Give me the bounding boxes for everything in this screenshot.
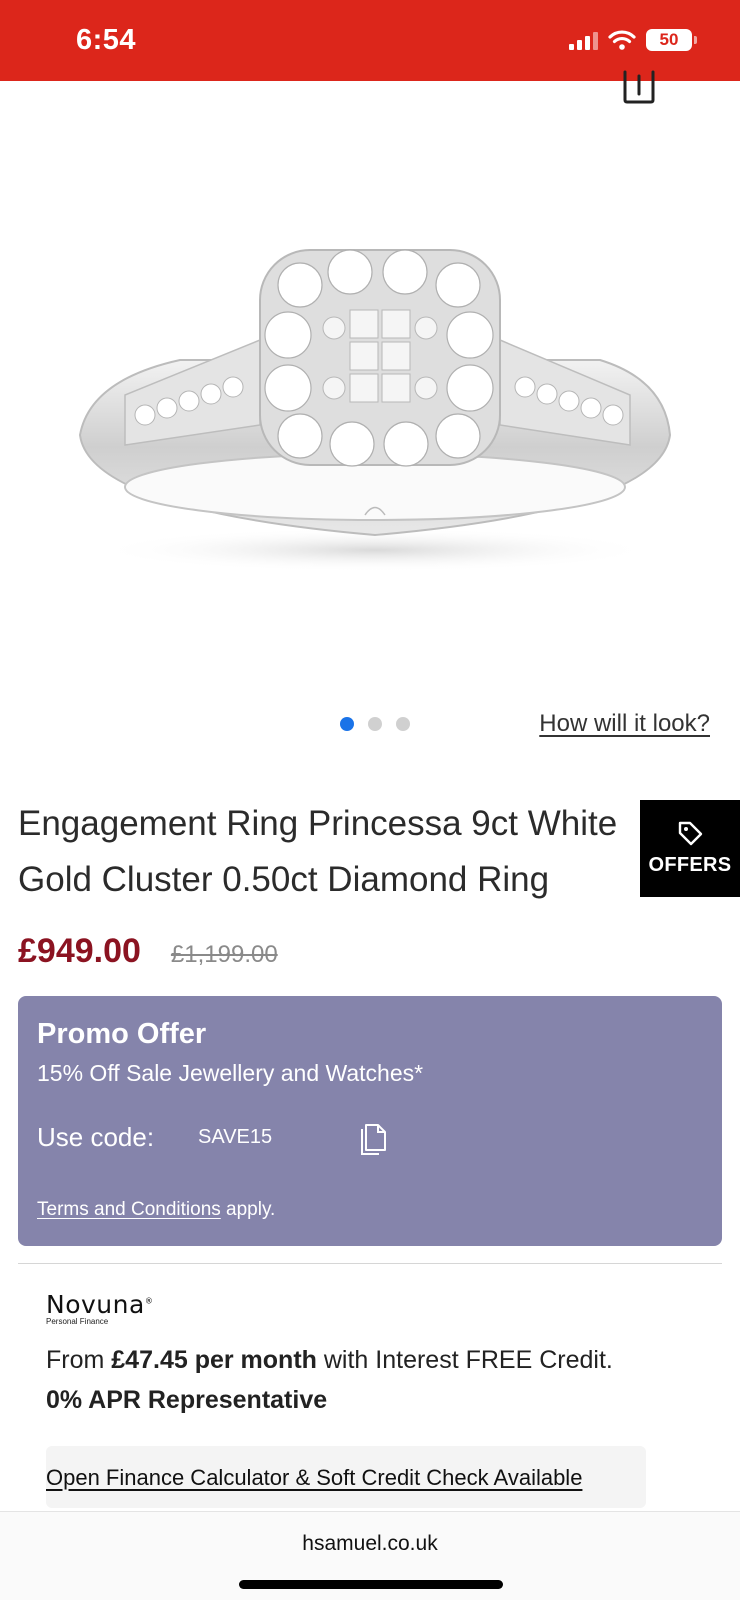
finance-amount: £47.45 per month — [111, 1346, 317, 1374]
copy-icon[interactable] — [358, 1123, 388, 1157]
signal-icon — [569, 30, 598, 50]
share-icon[interactable] — [622, 70, 656, 104]
product-title-line-2: Gold Cluster 0.50ct Diamond Ring — [18, 860, 550, 899]
status-bar: 6:54 50 — [0, 0, 740, 81]
promo-terms: Terms and Conditions apply. — [37, 1199, 275, 1221]
browser-bar: hsamuel.co.uk — [0, 1511, 740, 1600]
address-bar[interactable]: hsamuel.co.uk — [0, 1532, 740, 1556]
product-title-line-1: Engagement Ring Princessa 9ct White — [18, 804, 618, 843]
novuna-logo: Novuna® Personal Finance — [46, 1290, 154, 1326]
wifi-icon — [608, 30, 636, 50]
product-title: Engagement Ring Princessa 9ct White Gold… — [18, 796, 633, 908]
offers-label: OFFERS — [648, 854, 732, 876]
apr-line: 0% APR Representative — [46, 1386, 328, 1414]
promo-code: SAVE15 — [198, 1126, 273, 1148]
divider — [18, 1263, 722, 1264]
status-time: 6:54 — [76, 24, 137, 56]
carousel-dot-2[interactable] — [368, 717, 382, 731]
novuna-name: Novuna — [46, 1290, 145, 1319]
battery-icon: 50 — [646, 29, 697, 51]
terms-link[interactable]: Terms and Conditions — [37, 1199, 221, 1220]
original-price: £1,199.00 — [170, 941, 278, 968]
product-image[interactable] — [60, 210, 690, 590]
price-row: £949.00 £1,199.00 — [18, 932, 278, 971]
promo-title: Promo Offer — [37, 1018, 207, 1050]
try-on-link[interactable]: How will it look? — [539, 710, 710, 738]
promo-description: 15% Off Sale Jewellery and Watches* — [37, 1060, 424, 1086]
finance-line: From £47.45 per month with Interest FREE… — [46, 1346, 613, 1375]
finance-credit: with Interest FREE Credit. — [316, 1346, 613, 1374]
carousel-dot-1[interactable] — [340, 717, 354, 731]
status-icons: 50 — [569, 29, 697, 51]
tag-icon — [678, 821, 703, 846]
promo-card: Promo Offer 15% Off Sale Jewellery and W… — [18, 996, 722, 1246]
terms-suffix: apply. — [220, 1199, 276, 1220]
carousel-dots[interactable] — [340, 717, 410, 731]
finance-calculator-box[interactable]: Open Finance Calculator & Soft Credit Ch… — [46, 1446, 646, 1508]
offers-tab[interactable]: OFFERS — [640, 800, 740, 897]
home-indicator[interactable] — [239, 1580, 503, 1589]
current-price: £949.00 — [18, 932, 141, 970]
carousel-dot-3[interactable] — [396, 717, 410, 731]
promo-code-label: Use code: — [37, 1122, 155, 1152]
finance-from: From — [46, 1346, 112, 1374]
finance-calculator-link[interactable]: Open Finance Calculator & Soft Credit Ch… — [46, 1465, 582, 1491]
